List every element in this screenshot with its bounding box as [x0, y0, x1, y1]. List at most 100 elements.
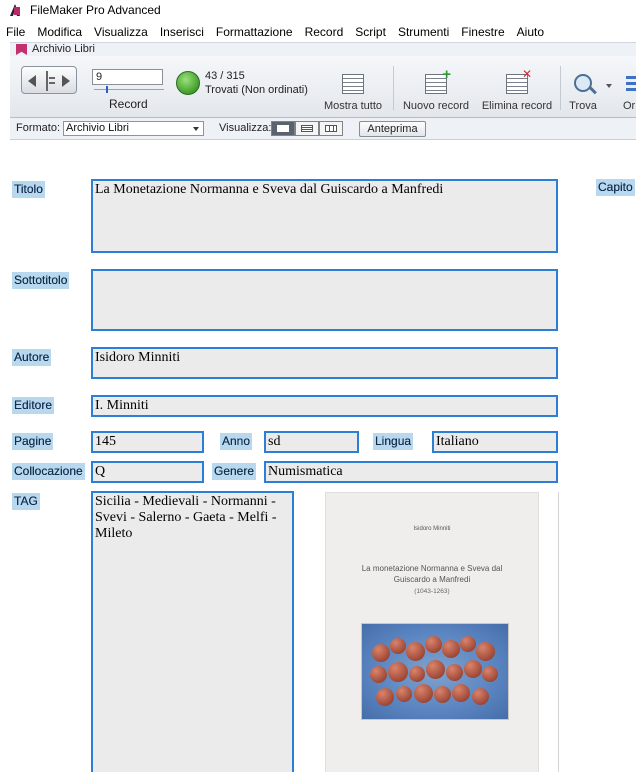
container-divider — [558, 492, 559, 772]
book-icon — [46, 71, 55, 91]
delete-record-button[interactable]: Elimina record — [478, 67, 556, 114]
menu-finestre[interactable]: Finestre — [455, 25, 510, 39]
found-status: Trovati (Non ordinati) — [205, 84, 308, 96]
status-toolbar: 9 Record 43 / 315 Trovati (Non ordinati)… — [10, 56, 636, 118]
coin — [390, 638, 406, 654]
current-record-input[interactable]: 9 — [92, 69, 163, 85]
search-icon — [574, 74, 592, 92]
menu-script[interactable]: Script — [349, 25, 392, 39]
menu-visualizza[interactable]: Visualizza — [88, 25, 154, 39]
collocazione-label: Collocazione — [12, 463, 85, 480]
database-icon — [16, 44, 27, 55]
sottotitolo-field[interactable] — [91, 269, 558, 331]
coin — [370, 666, 387, 683]
coin — [476, 642, 495, 661]
menu-strumenti[interactable]: Strumenti — [392, 25, 455, 39]
tag-label: TAG — [12, 493, 40, 510]
show-all-icon — [342, 74, 364, 94]
coin — [388, 662, 408, 682]
menu-modifica[interactable]: Modifica — [31, 25, 88, 39]
coin — [482, 666, 498, 682]
window-tab[interactable]: Archivio Libri — [10, 42, 636, 56]
view-label: Visualizza: — [219, 122, 272, 134]
coin — [426, 660, 445, 679]
titolo-field[interactable]: La Monetazione Normanna e Sveva dal Guis… — [91, 179, 558, 253]
preview-button[interactable]: Anteprima — [359, 121, 426, 137]
editore-label: Editore — [12, 397, 55, 414]
show-all-button[interactable]: Mostra tutto — [316, 74, 390, 114]
coin — [406, 642, 425, 661]
menu-record[interactable]: Record — [299, 25, 350, 39]
coin — [425, 636, 442, 653]
table-view-button[interactable] — [319, 121, 343, 136]
cover-title: La monetazione Normanna e Sveva dal Guis… — [361, 564, 503, 584]
find-button[interactable]: Trova — [565, 74, 601, 114]
new-record-button[interactable]: Nuovo record — [396, 66, 476, 114]
sort-label: Or — [623, 100, 636, 112]
tag-field[interactable]: Sicilia - Medievali - Normanni - Svevi -… — [91, 491, 294, 772]
new-record-label: Nuovo record — [402, 100, 470, 112]
autore-field[interactable]: Isidoro Minniti — [91, 347, 558, 379]
genere-field[interactable]: Numismatica — [264, 461, 558, 483]
found-set-pie-icon[interactable] — [176, 71, 200, 95]
genere-label: Genere — [212, 463, 257, 480]
lingua-label: Lingua — [373, 433, 414, 450]
previous-record-icon[interactable] — [28, 75, 36, 87]
menu-bar: File Modifica Visualizza Inserisci Forma… — [0, 22, 636, 42]
find-dropdown-icon[interactable] — [606, 84, 612, 88]
record-slider[interactable] — [94, 89, 164, 90]
coin — [472, 688, 489, 705]
anno-label: Anno — [220, 433, 253, 450]
coin — [396, 686, 412, 702]
menu-inserisci[interactable]: Inserisci — [154, 25, 210, 39]
new-record-icon — [425, 66, 451, 94]
menu-formattazione[interactable]: Formattazione — [210, 25, 299, 39]
coin — [460, 636, 476, 652]
menu-file[interactable]: File — [0, 25, 31, 39]
coin — [442, 640, 460, 658]
coin — [452, 684, 470, 702]
toolbar-divider — [393, 66, 394, 110]
coin — [446, 664, 463, 681]
coin — [414, 684, 433, 703]
record-book-navigator[interactable] — [21, 66, 77, 94]
coin — [464, 660, 482, 678]
capitolo-label: Capito — [596, 179, 635, 196]
title-bar: FileMaker Pro Advanced — [0, 0, 636, 20]
delete-record-icon — [506, 67, 532, 94]
layout-select[interactable]: Archivio Libri — [63, 121, 204, 136]
toolbar-divider — [560, 66, 561, 110]
coin — [434, 686, 451, 703]
next-record-icon[interactable] — [62, 75, 70, 87]
collocazione-field[interactable]: Q — [91, 461, 204, 483]
delete-record-label: Elimina record — [481, 100, 553, 112]
sort-button[interactable]: Or — [618, 74, 636, 114]
form-view-icon — [277, 125, 289, 132]
list-view-button[interactable] — [295, 121, 319, 136]
coins-photo — [361, 623, 509, 720]
lingua-field[interactable]: Italiano — [432, 431, 558, 453]
record-label: Record — [109, 97, 148, 111]
sottotitolo-label: Sottotitolo — [12, 272, 70, 289]
app-title: FileMaker Pro Advanced — [30, 3, 161, 17]
find-label: Trova — [569, 100, 597, 112]
coin — [376, 688, 394, 706]
coin — [409, 666, 425, 682]
menu-aiuto[interactable]: Aiuto — [511, 25, 550, 39]
coin — [372, 644, 390, 662]
pagine-field[interactable]: 145 — [91, 431, 204, 453]
titolo-label: Titolo — [12, 181, 45, 198]
pagine-label: Pagine — [12, 433, 54, 450]
show-all-label: Mostra tutto — [323, 100, 383, 112]
record-slider-thumb[interactable] — [106, 86, 108, 93]
list-view-icon — [301, 125, 313, 132]
table-view-icon — [325, 125, 337, 132]
editore-field[interactable]: I. Minniti — [91, 395, 558, 417]
cover-author: Isidoro Minniti — [413, 526, 451, 532]
anno-field[interactable]: sd — [264, 431, 359, 453]
form-view-button[interactable] — [271, 121, 295, 136]
cover-image[interactable]: Isidoro Minniti La monetazione Normanna … — [325, 492, 539, 772]
window-tab-title: Archivio Libri — [32, 43, 95, 55]
layout-bar: Formato: Archivio Libri Visualizza: Ante… — [10, 118, 636, 140]
cover-dates: (1043-1263) — [414, 588, 450, 595]
